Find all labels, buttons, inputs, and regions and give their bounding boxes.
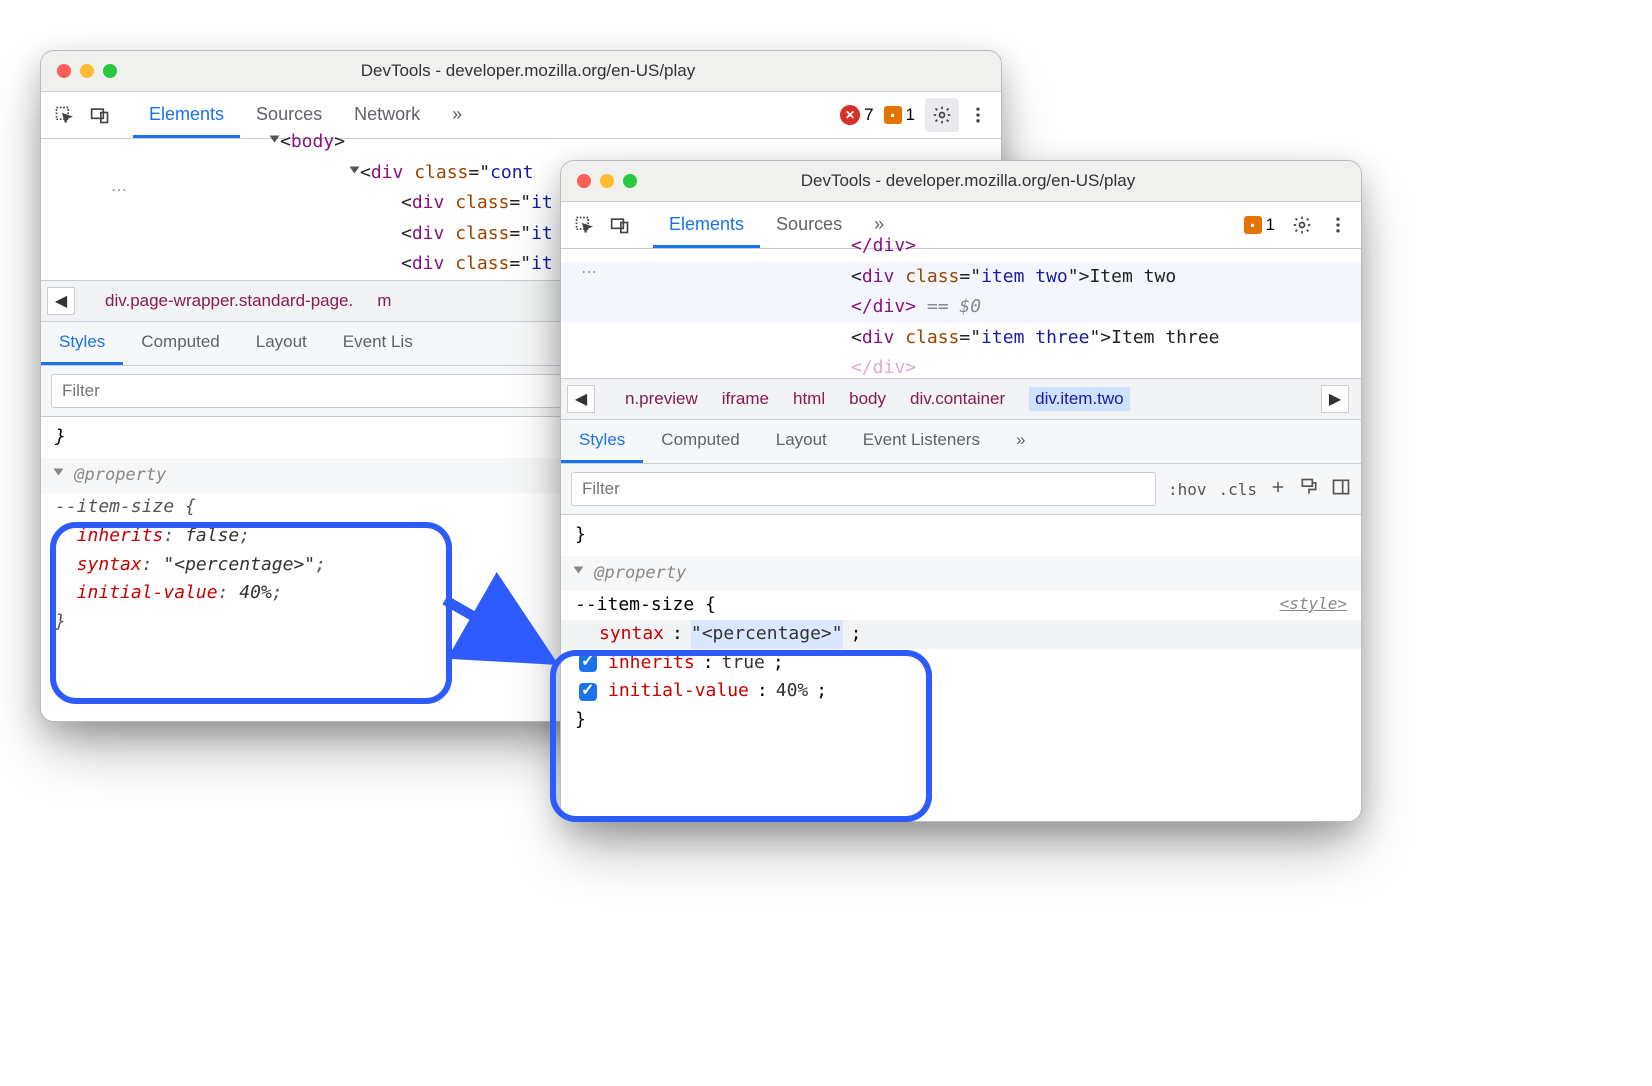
minimize-icon[interactable] — [600, 174, 614, 188]
crumb-segment[interactable]: html — [793, 389, 825, 409]
hov-button[interactable]: :hov — [1168, 480, 1207, 499]
issues-count: 1 — [906, 105, 915, 125]
rule-name: --item-size — [55, 496, 174, 517]
rule-name: --item-size — [575, 594, 694, 615]
at-property-label: @property — [74, 465, 166, 485]
crumb-segment[interactable]: div.page-wrapper.standard-page. — [105, 291, 353, 311]
tab-elements[interactable]: Elements — [653, 202, 760, 248]
maximize-icon[interactable] — [623, 174, 637, 188]
styles-pane-tabs: Styles Computed Layout Event Listeners » — [561, 420, 1361, 464]
subtabs-more-icon[interactable]: » — [998, 420, 1043, 463]
subtab-computed[interactable]: Computed — [643, 420, 757, 463]
crumb-segment[interactable]: n.preview — [625, 389, 698, 409]
chevron-right-icon[interactable]: ▶ — [1321, 385, 1349, 413]
errors-count: 7 — [864, 105, 873, 125]
maximize-icon[interactable] — [103, 64, 117, 78]
minimize-icon[interactable] — [80, 64, 94, 78]
crumb-segment[interactable]: m — [377, 291, 391, 311]
gear-icon[interactable] — [925, 98, 959, 132]
device-toggle-icon[interactable] — [83, 98, 117, 132]
chevron-left-icon[interactable]: ◀ — [47, 287, 75, 315]
subtab-styles[interactable]: Styles — [561, 420, 643, 463]
issues-badge[interactable]: ▪1 — [1244, 215, 1275, 235]
crumb-segment[interactable]: div.container — [910, 389, 1005, 409]
new-rule-icon[interactable] — [1269, 478, 1287, 500]
window-title: DevTools - developer.mozilla.org/en-US/p… — [651, 171, 1345, 191]
crumb-segment[interactable]: iframe — [722, 389, 769, 409]
tabs-more-icon[interactable]: » — [436, 92, 478, 138]
errors-badge[interactable]: ✕7 — [840, 105, 873, 125]
chevron-left-icon[interactable]: ◀ — [567, 385, 595, 413]
styles-filter-bar: :hov .cls — [561, 464, 1361, 515]
property-checkbox[interactable] — [579, 654, 597, 672]
subtab-computed[interactable]: Computed — [123, 322, 237, 365]
at-property-label: @property — [594, 563, 686, 583]
subtab-events[interactable]: Event Lis — [325, 322, 431, 365]
crumb-selected[interactable]: div.item.two — [1029, 387, 1130, 411]
cls-button[interactable]: .cls — [1218, 480, 1257, 499]
subtab-layout[interactable]: Layout — [758, 420, 845, 463]
window-title: DevTools - developer.mozilla.org/en-US/p… — [131, 61, 985, 81]
kebab-icon[interactable] — [1321, 208, 1355, 242]
breadcrumb[interactable]: ◀ n.preview iframe html body div.contain… — [561, 378, 1361, 420]
titlebar[interactable]: DevTools - developer.mozilla.org/en-US/p… — [561, 161, 1361, 202]
tab-network[interactable]: Network — [338, 92, 436, 138]
paint-icon[interactable] — [1299, 477, 1319, 501]
close-icon[interactable] — [577, 174, 591, 188]
source-link[interactable]: <style> — [1280, 591, 1347, 617]
crumb-segment[interactable]: body — [849, 389, 886, 409]
arrow-icon — [440, 580, 570, 680]
tab-sources[interactable]: Sources — [760, 202, 858, 248]
tab-elements[interactable]: Elements — [133, 92, 240, 138]
gear-icon[interactable] — [1285, 208, 1319, 242]
device-toggle-icon[interactable] — [603, 208, 637, 242]
kebab-icon[interactable] — [961, 98, 995, 132]
inspect-icon[interactable] — [567, 208, 601, 242]
styles-content[interactable]: } @property --item-size { <style> syntax… — [561, 515, 1361, 755]
titlebar[interactable]: DevTools - developer.mozilla.org/en-US/p… — [41, 51, 1001, 92]
devtools-window-b: DevTools - developer.mozilla.org/en-US/p… — [560, 160, 1362, 822]
panel-toggle-icon[interactable] — [1331, 477, 1351, 501]
subtab-events[interactable]: Event Listeners — [845, 420, 998, 463]
subtab-styles[interactable]: Styles — [41, 322, 123, 365]
close-icon[interactable] — [57, 64, 71, 78]
property-checkbox[interactable] — [579, 683, 597, 701]
issues-count: 1 — [1266, 215, 1275, 235]
issues-badge[interactable]: ▪1 — [884, 105, 915, 125]
subtab-layout[interactable]: Layout — [238, 322, 325, 365]
inspect-icon[interactable] — [47, 98, 81, 132]
filter-input[interactable] — [571, 472, 1156, 506]
